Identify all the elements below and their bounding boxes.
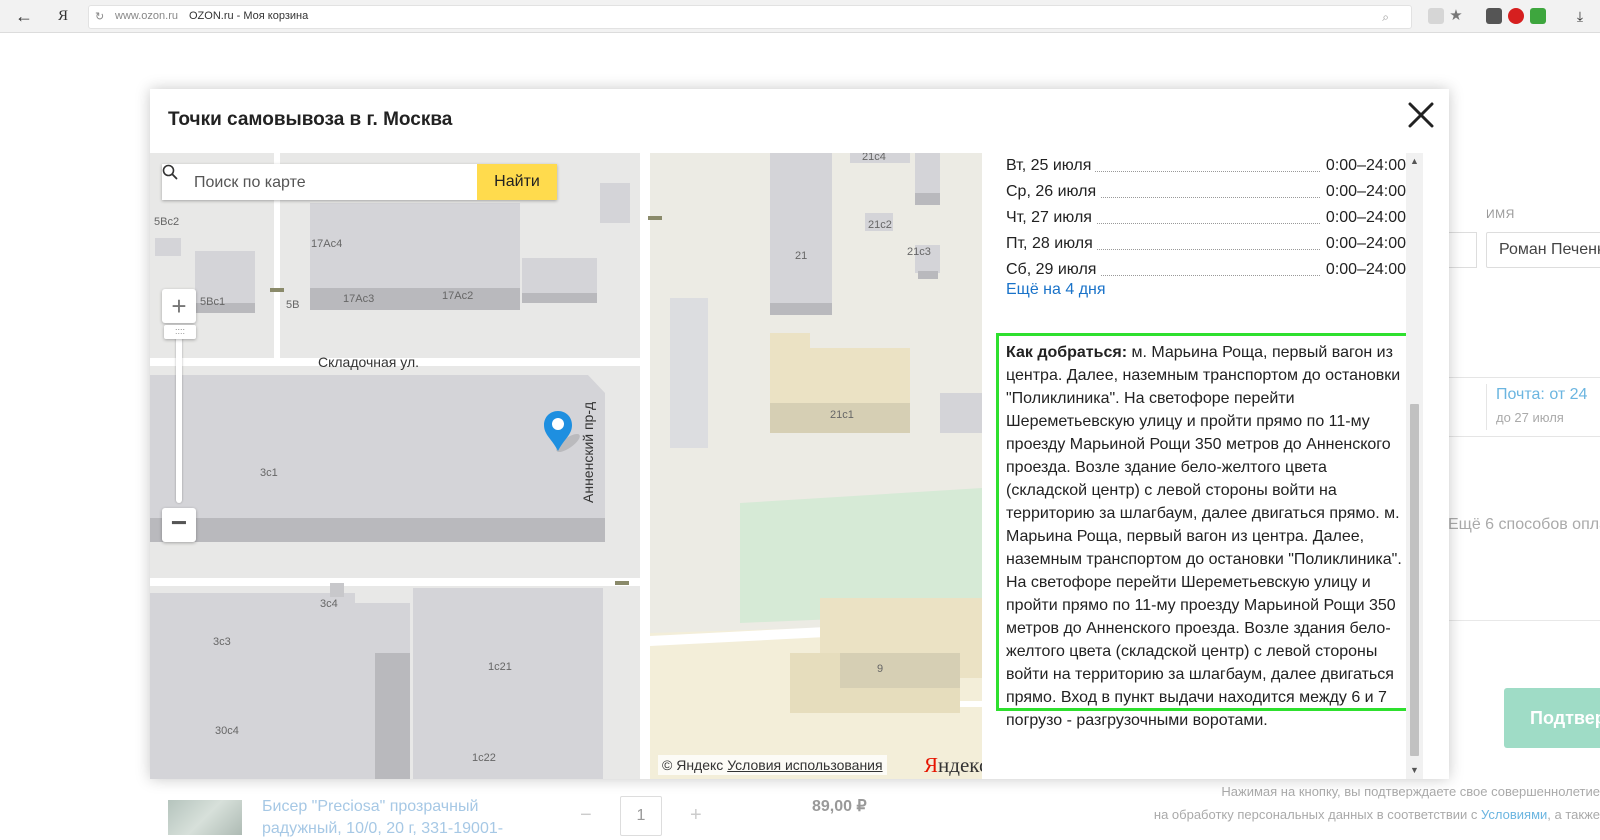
post-delivery-title: Почта: от 24 — [1496, 386, 1588, 403]
quantity-increase-button[interactable]: + — [690, 804, 702, 827]
bookmark-star-icon[interactable]: ★ — [1448, 8, 1464, 24]
zoom-slider-handle[interactable]: :::: — [164, 325, 196, 339]
map-canvas[interactable] — [150, 153, 982, 779]
schedule-row: Ср, 26 июля 0:00–24:00 — [1006, 179, 1406, 205]
map-label: 17Ас3 — [343, 293, 375, 305]
yandex-browser-logo[interactable]: Я — [58, 6, 72, 26]
map-label: 5Вс1 — [200, 296, 226, 308]
modal-title: Точки самовывоза в г. Москва — [168, 109, 453, 130]
zoom-in-button[interactable]: + — [162, 289, 196, 323]
yandex-logo[interactable]: Яндекс — [924, 753, 982, 778]
schedule-time: 0:00–24:00 — [1319, 153, 1406, 179]
name-field-label: ИМЯ — [1486, 207, 1515, 221]
map-label: 21с1 — [830, 409, 854, 421]
address-domain: www.ozon.ru — [115, 10, 178, 22]
address-bar[interactable]: ↻ www.ozon.ru OZON.ru - Моя корзина ⌕ — [88, 5, 1412, 29]
confirm-button[interactable]: Подтвердить — [1504, 688, 1600, 748]
map-label: 3с4 — [320, 598, 338, 610]
search-icon — [162, 164, 178, 180]
directions-body: м. Марьина Роща, первый вагон из центра.… — [1006, 344, 1402, 729]
legal-notice-text-end: , а также — [1547, 807, 1600, 822]
downloads-icon[interactable]: ⤓ — [1572, 8, 1588, 24]
schedule-time: 0:00–24:00 — [1319, 179, 1406, 205]
schedule-day: Чт, 27 июля — [1006, 205, 1096, 231]
more-days-link[interactable]: Ещё на 4 дня — [1006, 281, 1106, 299]
product-price: 89,00 ₽ — [812, 798, 867, 815]
pickup-point-info[interactable]: Вт, 25 июля 0:00–24:00 Ср, 26 июля 0:00–24… — [982, 153, 1449, 779]
directions-text: Как добраться: м. Марьина Роща, первый в… — [1006, 341, 1410, 732]
map-copyright: © Яндекс Условия использования — [658, 755, 887, 775]
map-label: 5В — [286, 299, 300, 311]
post-delivery-date: до 27 июля — [1496, 410, 1564, 425]
scroll-up-arrow-icon[interactable]: ▲ — [1406, 153, 1423, 170]
schedule-time: 0:00–24:00 — [1319, 231, 1406, 257]
scrollbar-thumb[interactable] — [1410, 404, 1419, 756]
map-label: 17Ас4 — [311, 238, 343, 250]
zoom-out-button[interactable]: − — [162, 508, 196, 542]
street-label: Анненский пр-д — [580, 401, 596, 503]
schedule-row: Сб, 29 июля 0:00–24:00 — [1006, 257, 1406, 283]
legal-notice-text: на обработку персональных данных в соотв… — [1153, 807, 1482, 822]
schedule-time: 0:00–24:00 — [1319, 257, 1406, 283]
map-label: 3с1 — [260, 467, 278, 479]
map-search-button[interactable]: Найти — [477, 164, 557, 200]
legal-notice-line1: Нажимая на кнопку, вы подтверждаете свое… — [1221, 784, 1600, 799]
copyright-text: © Яндекс — [662, 757, 724, 773]
yandex-logo-rest: ндекс — [938, 753, 982, 777]
schedule-list: Вт, 25 июля 0:00–24:00 Ср, 26 июля 0:00–24… — [1006, 153, 1406, 283]
map-label: 21 — [795, 250, 808, 262]
schedule-row: Вт, 25 июля 0:00–24:00 — [1006, 153, 1406, 179]
browser-toolbar: ← Я ↻ www.ozon.ru OZON.ru - Моя корзина … — [0, 0, 1600, 33]
schedule-day: Вт, 25 июля — [1006, 153, 1096, 179]
info-scrollbar[interactable]: ▲ ▼ — [1406, 153, 1423, 779]
map-label: 21с2 — [868, 219, 892, 231]
reload-icon[interactable]: ↻ — [95, 8, 104, 26]
product-title-link[interactable]: Бисер "Preciosa" прозрачный радужный, 10… — [262, 796, 552, 840]
terms-of-use-link[interactable]: Условия использования — [727, 757, 882, 773]
quantity-decrease-button[interactable]: − — [580, 804, 592, 827]
schedule-row: Пт, 28 июля 0:00–24:00 — [1006, 231, 1406, 257]
quantity-input[interactable]: 1 — [620, 796, 662, 836]
product-thumbnail[interactable] — [168, 800, 242, 835]
pickup-points-modal: Точки самовывоза в г. Москва 21с4 5Вс2 1… — [150, 89, 1449, 779]
map-label: 21с4 — [862, 153, 886, 163]
map-search-input[interactable] — [192, 164, 476, 202]
download-extension-icon[interactable] — [1530, 8, 1546, 24]
map-label: 5Вс2 — [154, 216, 180, 228]
map-label: 1с22 — [472, 752, 496, 764]
map-search-box: Найти — [162, 164, 557, 202]
schedule-day: Пт, 28 июля — [1006, 231, 1097, 257]
ghostery-icon[interactable] — [1486, 8, 1502, 24]
map-label: 9 — [877, 663, 884, 675]
street-label: Складочная ул. — [318, 354, 420, 370]
schedule-row: Чт, 27 июля 0:00–24:00 — [1006, 205, 1406, 231]
page-search-icon[interactable]: ⌕ — [1382, 8, 1389, 26]
confirm-button-label: Подтвердить — [1530, 708, 1600, 728]
map-label: 30с4 — [215, 725, 239, 737]
pickup-map[interactable]: 21с4 5Вс2 17Ас4 21с2 21с3 21 5Вс1 5В 17А… — [150, 153, 982, 779]
back-arrow-icon[interactable]: ← — [14, 6, 34, 26]
map-label: 17Ас2 — [442, 290, 474, 302]
schedule-day: Сб, 29 июля — [1006, 257, 1101, 283]
address-page-title: OZON.ru - Моя корзина — [189, 10, 309, 22]
music-extension-icon[interactable] — [1508, 8, 1524, 24]
map-label: 3с3 — [213, 636, 231, 648]
directions-label: Как добраться: — [1006, 344, 1128, 361]
close-icon[interactable] — [1407, 101, 1435, 129]
extension-icon[interactable] — [1428, 8, 1444, 24]
map-label: 1с21 — [488, 661, 512, 673]
scroll-down-arrow-icon[interactable]: ▼ — [1406, 762, 1423, 779]
divider — [1486, 384, 1487, 430]
zoom-slider[interactable] — [176, 335, 182, 503]
schedule-day: Ср, 26 июля — [1006, 179, 1101, 205]
name-field-value: Роман Печенкин — [1499, 241, 1600, 258]
legal-notice-line2: на обработку персональных данных в соотв… — [1092, 807, 1600, 822]
name-field[interactable]: Роман Печенкин — [1486, 232, 1600, 268]
map-label: 21с3 — [907, 246, 931, 258]
more-payment-methods-link[interactable]: Ещё 6 способов оплаты — [1448, 516, 1600, 534]
schedule-time: 0:00–24:00 — [1319, 205, 1406, 231]
terms-link[interactable]: Условиями — [1481, 807, 1547, 822]
yandex-logo-letter: Я — [924, 753, 939, 777]
